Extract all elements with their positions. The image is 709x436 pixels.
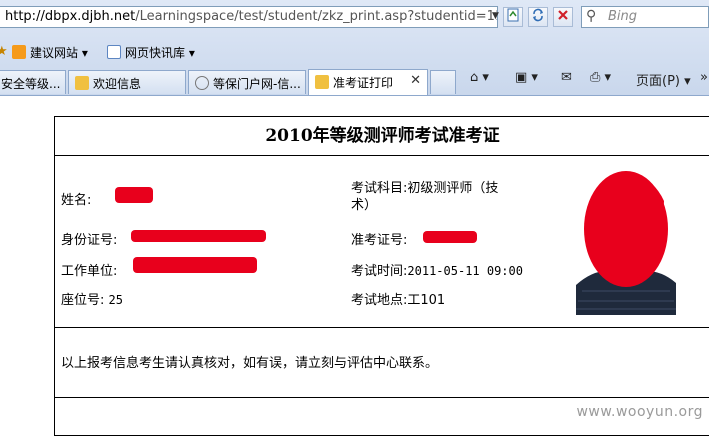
- id-redaction: [131, 230, 266, 242]
- feeds-icon[interactable]: ▣ ▾: [515, 70, 538, 85]
- name-redaction: [115, 187, 153, 203]
- suggested-sites-icon: [12, 45, 26, 59]
- id-number-field: 身份证号:: [61, 233, 118, 248]
- employer-field: 工作单位:: [61, 264, 118, 279]
- candidate-photo: [576, 167, 676, 315]
- new-tab-button[interactable]: [430, 70, 456, 94]
- compatibility-view-icon[interactable]: [503, 7, 523, 27]
- loading-icon: [195, 76, 209, 90]
- tab-security-level[interactable]: 安全等级...: [0, 70, 66, 94]
- address-dropdown-icon[interactable]: ▼: [492, 11, 499, 21]
- exam-location-field: 考试地点:工101: [351, 293, 446, 308]
- verification-notice: 以上报考信息考生请认真核对，如有误，请立刻与评估中心联系。: [61, 356, 439, 371]
- search-input[interactable]: ⚲ Bing: [581, 6, 709, 28]
- page-menu[interactable]: 页面(P) ▾: [636, 70, 691, 89]
- tab-welcome[interactable]: 欢迎信息: [68, 70, 186, 94]
- search-icon: ⚲: [586, 8, 597, 24]
- tab-admission-print[interactable]: 准考证打印 ✕: [308, 69, 428, 95]
- watermark: www.wooyun.org: [576, 404, 703, 420]
- favorites-star-icon[interactable]: ★: [0, 44, 8, 59]
- address-bar-row: http://dbpx.djbh.net/Learningspace/test/…: [0, 0, 709, 36]
- tab-portal[interactable]: 等保门户网-信...: [188, 70, 306, 94]
- url-path: /Learningspace/test/student/zkz_print.as…: [135, 9, 498, 24]
- ticket-number-redaction: [423, 231, 477, 243]
- fav-web-slice-gallery[interactable]: 网页快讯库 ▾: [107, 44, 195, 61]
- exam-time-field: 考试时间:2011-05-11 09:00: [351, 264, 523, 279]
- home-icon[interactable]: ⌂ ▾: [470, 70, 489, 85]
- web-slice-icon: [107, 45, 121, 59]
- refresh-icon[interactable]: [528, 7, 548, 27]
- favorites-bar: ★ 建议网站 ▾ 网页快讯库 ▾: [0, 36, 709, 66]
- divider: [55, 327, 709, 328]
- address-input[interactable]: http://dbpx.djbh.net/Learningspace/test/…: [0, 6, 498, 28]
- fav-suggested-sites[interactable]: 建议网站 ▾: [12, 44, 88, 61]
- print-icon[interactable]: ⎙ ▾: [590, 70, 611, 85]
- mail-icon[interactable]: ✉: [561, 70, 572, 85]
- close-tab-icon[interactable]: ✕: [410, 73, 421, 88]
- stop-icon[interactable]: [553, 7, 573, 27]
- browser-chrome: http://dbpx.djbh.net/Learningspace/test/…: [0, 0, 709, 96]
- divider: [55, 397, 709, 398]
- ticket-number-field: 准考证号:: [351, 233, 408, 248]
- subject-field: 考试科目:初级测评师（技 术）: [351, 181, 499, 213]
- seat-field: 座位号: 25: [61, 293, 123, 308]
- page-icon: [75, 76, 89, 90]
- divider: [55, 155, 709, 156]
- url-domain: http://dbpx.djbh.net: [5, 9, 136, 24]
- page-icon: [315, 75, 329, 89]
- employer-redaction: [133, 257, 257, 273]
- more-tools-icon[interactable]: »: [700, 70, 708, 85]
- search-placeholder: Bing: [608, 9, 638, 24]
- name-field: 姓名:: [61, 193, 92, 208]
- ticket-title: 2010年等级测评师考试准考证: [265, 126, 500, 146]
